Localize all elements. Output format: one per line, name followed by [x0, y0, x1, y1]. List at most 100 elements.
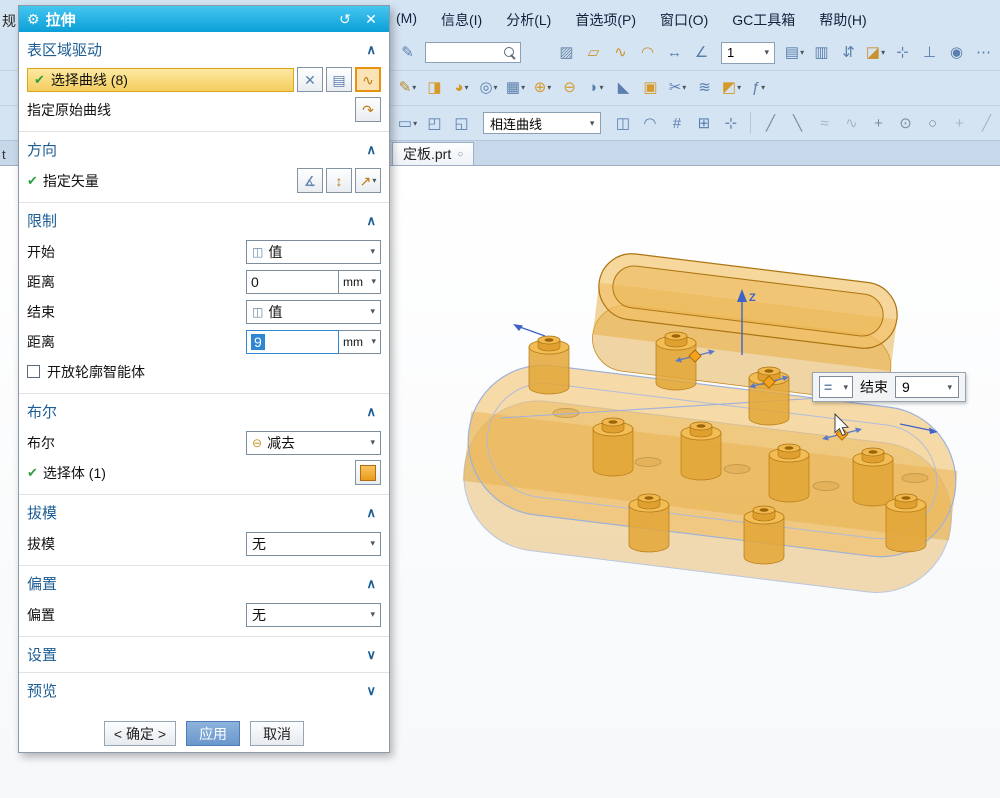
onscreen-input-bar: = ▾ 结束 9 ▾	[812, 372, 966, 402]
expression-options-button[interactable]: = ▾	[819, 376, 853, 398]
intersection-curve-icon[interactable]: ◱	[449, 111, 474, 136]
edge-blend-icon[interactable]: ◗▾	[584, 75, 609, 100]
menu-analysis[interactable]: 分析(L)	[504, 8, 553, 32]
angle-dimension-icon[interactable]: ∠	[689, 40, 714, 65]
chamfer-icon[interactable]: ◣	[611, 75, 636, 100]
section-boolean-collapse-icon[interactable]: ∧	[363, 404, 379, 420]
snap-quadrant-icon[interactable]: +	[947, 111, 972, 136]
rapid-dimension-icon[interactable]: ↔	[662, 40, 687, 65]
extrude-icon[interactable]: ◨	[422, 75, 447, 100]
section-offset-collapse-icon[interactable]: ∧	[363, 576, 379, 592]
select-body-button[interactable]	[355, 460, 381, 485]
boolean-mode-combo[interactable]: ⊖ 减去 ▾	[246, 431, 381, 455]
paste-icon[interactable]: ▨	[554, 40, 579, 65]
subtract-icon[interactable]: ⊖	[557, 75, 582, 100]
move-to-layer-icon[interactable]: ⇵	[836, 40, 861, 65]
start-distance-input[interactable]: 0	[246, 270, 339, 294]
draft-mode-combo[interactable]: 无 ▾	[246, 532, 381, 556]
group-selection-icon[interactable]: ⊞	[691, 111, 716, 136]
dialog-titlebar[interactable]: ⚙ 拉伸 ↺ ✕	[19, 6, 389, 32]
datum-csys-icon[interactable]: ◩▾	[719, 75, 744, 100]
work-layer-combo[interactable]: 1 ▾	[721, 42, 775, 64]
sketch-curve-icon[interactable]: ▱	[581, 40, 606, 65]
rectangle-icon[interactable]: ▭▾	[395, 111, 420, 136]
menu-assemblies[interactable]: (M)	[394, 8, 419, 32]
deselect-all-button[interactable]: ✕	[297, 67, 323, 92]
menu-gc-toolbox[interactable]: GC工具箱	[730, 8, 797, 32]
start-unit-combo[interactable]: mm ▾	[339, 270, 381, 294]
end-distance-input[interactable]: 9	[246, 330, 339, 354]
curve-rule-mode-button[interactable]: ∿	[355, 67, 381, 92]
tab-part-file[interactable]: 定板.prt ○	[392, 142, 474, 165]
sketch-icon[interactable]: ✎▾	[395, 75, 420, 100]
curve-list-button[interactable]: ▤	[326, 67, 352, 92]
arc-icon[interactable]: ◠	[635, 40, 660, 65]
section-region-collapse-icon[interactable]: ∧	[363, 42, 379, 58]
pattern-feature-icon[interactable]: ▦▾	[503, 75, 528, 100]
vector-dialog-button[interactable]: ∡	[297, 168, 323, 193]
inferred-vector-button[interactable]: ↕	[326, 168, 352, 193]
apply-button[interactable]: 应用	[186, 721, 240, 746]
more-commands-icon[interactable]: ⋯	[971, 40, 996, 65]
unite-icon[interactable]: ⊕▾	[530, 75, 555, 100]
trim-body-icon[interactable]: ✂▾	[665, 75, 690, 100]
select-curve-row[interactable]: ✔ 选择曲线 (8)	[27, 68, 294, 92]
end-unit-combo[interactable]: mm ▾	[339, 330, 381, 354]
menu-window[interactable]: 窗口(O)	[658, 8, 710, 32]
hidden-tab-fragment: t	[2, 147, 6, 162]
boolean-label: 布尔	[27, 433, 55, 453]
point-constructor-icon[interactable]: ⊹	[718, 111, 743, 136]
snap-tangent-icon[interactable]: ≈	[812, 111, 837, 136]
shell-icon[interactable]: ▣	[638, 75, 663, 100]
view-in-layer-icon[interactable]: ▥	[809, 40, 834, 65]
curve-rule-combo[interactable]: 相连曲线 ▾	[483, 112, 601, 134]
reverse-direction-button[interactable]: ↗ ▾	[355, 168, 381, 193]
snap-intersection-icon[interactable]: +	[866, 111, 891, 136]
offset-surface-icon[interactable]: ≋	[692, 75, 717, 100]
pattern-curve-icon[interactable]: #	[664, 111, 689, 136]
menu-preferences[interactable]: 首选项(P)	[573, 8, 638, 32]
open-profile-checkbox[interactable]	[27, 365, 40, 378]
layer-settings-icon[interactable]: ▤▾	[782, 40, 807, 65]
edit-object-icon[interactable]: ✎	[395, 40, 420, 65]
command-search-input[interactable]	[429, 46, 503, 60]
section-direction-collapse-icon[interactable]: ∧	[363, 142, 379, 158]
show-hide-icon[interactable]: ◉	[944, 40, 969, 65]
menu-help[interactable]: 帮助(H)	[817, 8, 868, 32]
spline-icon[interactable]: ∿	[608, 40, 633, 65]
revolve-icon[interactable]: ◕▾	[449, 75, 474, 100]
dialog-body: 表区域驱动 ∧ ✔ 选择曲线 (8) ✕ ▤ ∿ 指定原始曲线 ↷	[19, 32, 389, 754]
section-limits-collapse-icon[interactable]: ∧	[363, 213, 379, 229]
end-distance-onscreen-input[interactable]: 9 ▾	[895, 376, 959, 398]
project-curve-icon[interactable]: ◰	[422, 111, 447, 136]
datum-plane-icon[interactable]: ◪▾	[863, 40, 888, 65]
snap-center-icon[interactable]: ⊙	[893, 111, 918, 136]
offset-mode-combo[interactable]: 无 ▾	[246, 603, 381, 627]
point-icon[interactable]: ⊹	[890, 40, 915, 65]
menu-information[interactable]: 信息(I)	[439, 8, 484, 32]
expression-icon[interactable]: ƒ▾	[746, 75, 771, 100]
dialog-reset-button[interactable]: ↺	[335, 11, 355, 28]
hole-icon[interactable]: ◎▾	[476, 75, 501, 100]
dialog-close-button[interactable]: ✕	[361, 11, 381, 28]
csys-icon[interactable]: ⊥	[917, 40, 942, 65]
section-preview-expand-icon[interactable]: ∨	[363, 683, 379, 699]
follow-fillet-icon[interactable]: ◠	[637, 111, 662, 136]
chevron-down-icon: ▾	[366, 306, 375, 317]
snap-spline-icon[interactable]: ∿	[839, 111, 864, 136]
section-draft-collapse-icon[interactable]: ∧	[363, 505, 379, 521]
end-mode-combo[interactable]: ◫ 值 ▾	[246, 300, 381, 324]
section-settings-expand-icon[interactable]: ∨	[363, 647, 379, 663]
snap-circle-icon[interactable]: ○	[920, 111, 945, 136]
snap-midpoint-icon[interactable]: ╲	[785, 111, 810, 136]
ok-button[interactable]: < 确定 >	[104, 721, 176, 746]
start-mode-combo[interactable]: ◫ 值 ▾	[246, 240, 381, 264]
snap-point-icon[interactable]: ╱	[974, 111, 999, 136]
orig-curve-button[interactable]: ↷	[355, 97, 381, 122]
nx-window: 规 (M)信息(I)分析(L)首选项(P)窗口(O)GC工具箱帮助(H) ✎ ▨…	[0, 0, 1000, 798]
snap-endpoint-icon[interactable]: ╱	[758, 111, 783, 136]
cancel-button[interactable]: 取消	[250, 721, 304, 746]
search-icon[interactable]	[503, 46, 517, 60]
select-body-label: ✔ 选择体 (1)	[27, 463, 106, 483]
stop-at-intersection-icon[interactable]: ◫	[610, 111, 635, 136]
